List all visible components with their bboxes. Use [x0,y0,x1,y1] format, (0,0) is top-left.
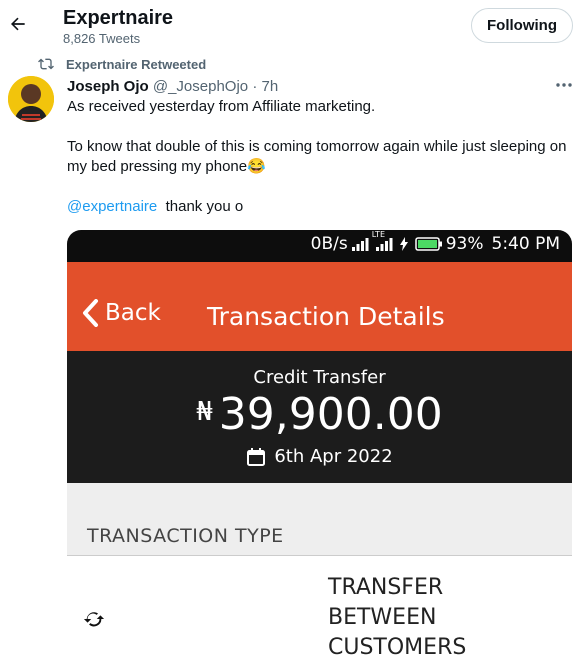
author-handle[interactable]: @_JosephOjo [153,78,248,95]
transaction-date: 6th Apr 2022 [274,446,393,467]
app-back-button[interactable]: Back [81,299,161,327]
app-back-label: Back [105,300,161,326]
calendar-icon [247,447,266,466]
tweet-line-2: To know that double of this is coming to… [67,138,567,175]
following-button[interactable]: Following [471,8,573,43]
network-speed: 0B/s [310,234,348,254]
status-text: 0B/s LTE 93% 5:40 PM [310,230,561,254]
tweet-time[interactable]: · 7h [252,78,278,95]
battery-percent: 93% [445,234,484,254]
refresh-icon [83,612,105,627]
retweet-icon [38,58,54,70]
more-options-icon[interactable] [554,80,574,90]
type-value-line-1: TRANSFER [328,575,444,600]
transaction-kind: Credit Transfer [253,367,386,388]
lte-label: LTE [371,230,385,239]
chevron-left-icon [83,299,98,327]
amount-display: ₦ 39,900.00 [67,389,572,440]
lte-indicator: LTE [372,230,396,251]
signal-icon [351,238,369,251]
back-arrow-icon[interactable] [8,14,28,34]
tweet-count: 8,826 Tweets [63,31,141,46]
profile-header: Expertnaire 8,826 Tweets Following [0,0,584,52]
tweet-line-3-text: thank you o [157,198,244,215]
retweet-label[interactable]: Expertnaire Retweeted [66,57,206,72]
transaction-type-header: TRANSACTION TYPE [67,483,572,556]
transaction-type-label: TRANSACTION TYPE [87,525,284,547]
charging-icon [399,237,408,251]
amount-value: 39,900.00 [218,389,443,440]
transaction-type-row: TRANSFER BETWEEN CUSTOMERS [67,556,572,668]
tweet-media-image[interactable]: 0B/s LTE 93% 5:40 PM Back Transaction De… [67,230,572,668]
author-line: Joseph Ojo @_JosephOjo · 7h [67,78,278,95]
avatar-image [8,76,54,122]
mention-link[interactable]: @expertnaire [67,198,157,215]
profile-name: Expertnaire [63,7,174,29]
amount-panel: Credit Transfer ₦ 39,900.00 6th Apr 2022 [67,351,572,483]
app-bar: Back Transaction Details [67,262,572,351]
retweet-indicator: Expertnaire Retweeted [38,56,206,72]
tweet-line-3: @expertnaire thank you o [67,197,577,217]
signal-icon-2 [375,238,393,251]
currency-symbol: ₦ [196,397,213,427]
type-value-line-3: CUSTOMERS [328,635,467,660]
phone-clock: 5:40 PM [491,234,561,254]
app-title: Transaction Details [207,302,445,331]
phone-status-bar: 0B/s LTE 93% 5:40 PM [67,230,572,262]
date-row: 6th Apr 2022 [67,446,572,467]
author-name[interactable]: Joseph Ojo [67,78,149,95]
tweet-text: As received yesterday from Affiliate mar… [67,97,577,217]
battery-icon [414,237,442,251]
author-avatar[interactable] [8,76,54,122]
transaction-type-value: TRANSFER BETWEEN CUSTOMERS [328,573,466,663]
tweet-line-1: As received yesterday from Affiliate mar… [67,98,376,115]
type-value-line-2: BETWEEN [328,605,437,630]
